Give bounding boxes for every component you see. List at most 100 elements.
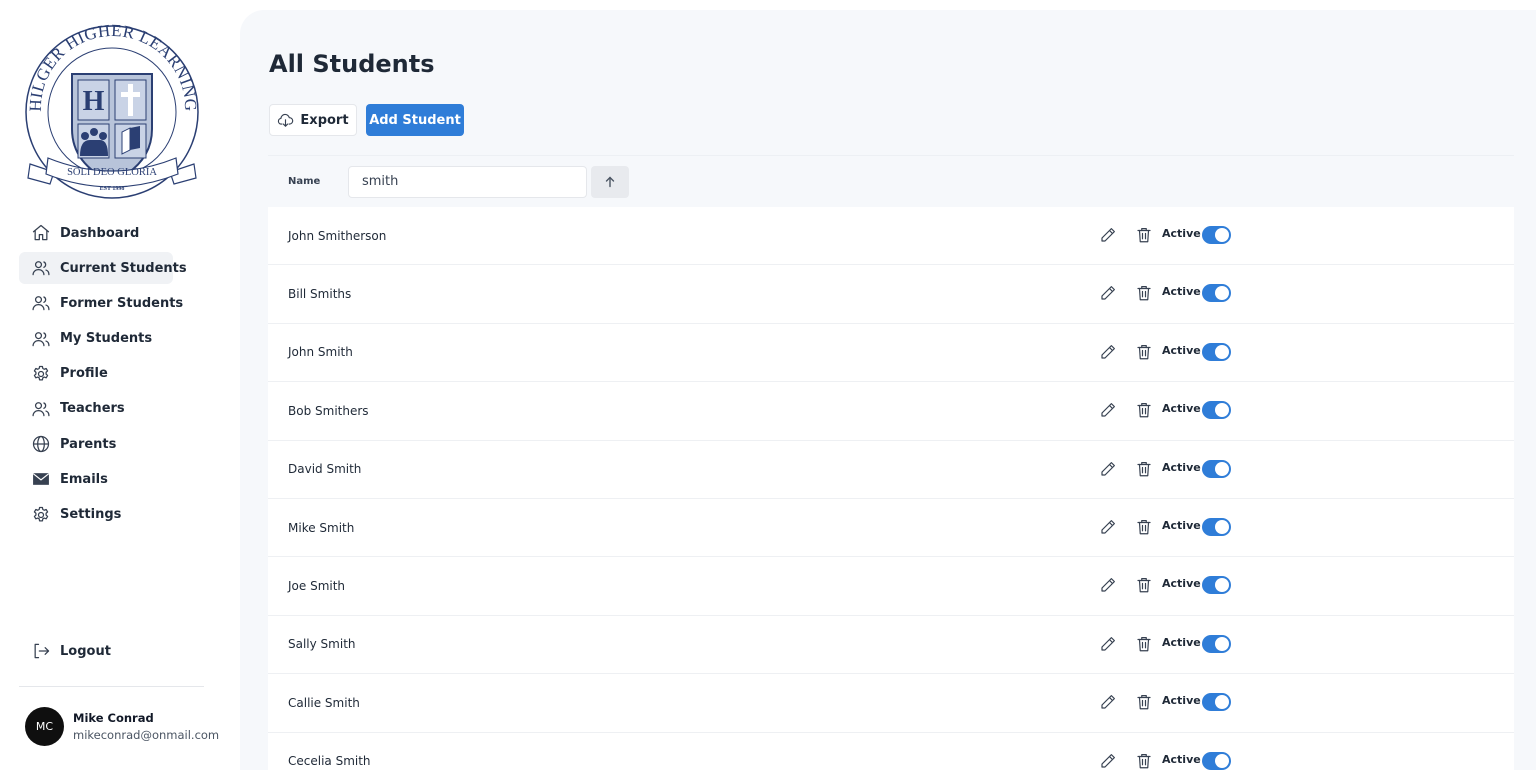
sidebar-item-label: My Students xyxy=(60,331,153,347)
user-name: Mike Conrad xyxy=(73,710,154,725)
edit-icon[interactable] xyxy=(1099,226,1117,244)
edit-icon[interactable] xyxy=(1099,518,1117,536)
student-name: Joe Smith xyxy=(288,579,346,594)
student-name: Bob Smithers xyxy=(288,403,369,418)
student-name: David Smith xyxy=(288,462,362,477)
student-name: John Smitherson xyxy=(288,228,387,243)
active-toggle[interactable] xyxy=(1202,226,1231,244)
edit-icon[interactable] xyxy=(1099,693,1117,711)
status-label: Active xyxy=(1162,227,1201,240)
school-logo: HILGER HIGHER LEARNING H SOLI DEO GLORIA… xyxy=(25,24,200,199)
edit-icon[interactable] xyxy=(1099,460,1117,478)
sidebar: HILGER HIGHER LEARNING H SOLI DEO GLORIA… xyxy=(0,0,222,770)
active-toggle[interactable] xyxy=(1202,693,1231,712)
trash-icon[interactable] xyxy=(1135,226,1153,244)
filter-row: Name xyxy=(268,155,1514,207)
edit-icon[interactable] xyxy=(1099,635,1117,653)
active-toggle[interactable] xyxy=(1202,401,1231,420)
toggle-knob xyxy=(1215,461,1229,476)
page-title: All Students xyxy=(269,50,435,78)
status-label: Active xyxy=(1162,460,1201,474)
active-toggle[interactable] xyxy=(1202,634,1231,653)
active-toggle[interactable] xyxy=(1202,751,1231,770)
name-filter-input[interactable] xyxy=(348,165,587,198)
cloud-download-icon xyxy=(278,113,294,127)
sidebar-item-emails[interactable]: Emails xyxy=(19,463,173,495)
table-row: Sally Smith Active xyxy=(268,615,1514,675)
avatar: MC xyxy=(25,707,64,746)
sidebar-item-teachers[interactable]: Teachers xyxy=(19,393,173,425)
logout-label: Logout xyxy=(60,643,111,659)
toggle-knob xyxy=(1215,519,1229,534)
toggle-knob xyxy=(1215,695,1229,710)
sidebar-item-current-students[interactable]: Current Students xyxy=(19,252,187,285)
sidebar-item-label: Parents xyxy=(60,436,117,452)
logout-button[interactable]: Logout xyxy=(19,635,173,667)
export-button[interactable]: Export xyxy=(269,104,357,136)
student-name: Sally Smith xyxy=(288,637,356,652)
trash-icon[interactable] xyxy=(1135,635,1153,653)
active-toggle[interactable] xyxy=(1202,517,1231,536)
student-name: Mike Smith xyxy=(288,520,355,535)
table-row: Mike Smith Active xyxy=(268,498,1514,558)
trash-icon[interactable] xyxy=(1135,693,1153,711)
sidebar-item-label: Profile xyxy=(60,366,108,382)
sidebar-item-my-students[interactable]: My Students xyxy=(19,323,173,355)
trash-icon[interactable] xyxy=(1135,518,1153,536)
trash-icon[interactable] xyxy=(1135,401,1153,419)
toggle-knob xyxy=(1215,228,1229,242)
active-toggle[interactable] xyxy=(1202,576,1231,595)
trash-icon[interactable] xyxy=(1135,284,1153,302)
edit-icon[interactable] xyxy=(1099,284,1117,302)
sort-button[interactable] xyxy=(591,165,629,198)
edit-icon[interactable] xyxy=(1099,343,1117,361)
trash-icon[interactable] xyxy=(1135,343,1153,361)
edit-icon[interactable] xyxy=(1099,576,1117,594)
table-row: David Smith Active xyxy=(268,440,1514,499)
active-toggle[interactable] xyxy=(1202,284,1231,303)
logo-banner-text: SOLI DEO GLORIA xyxy=(67,167,157,178)
edit-icon[interactable] xyxy=(1099,752,1117,770)
globe-icon xyxy=(31,434,51,454)
users-icon xyxy=(31,293,51,313)
sidebar-item-label: Dashboard xyxy=(60,225,140,241)
home-icon xyxy=(31,223,51,243)
students-table: Name John Smitherson Active Bill Smiths Act… xyxy=(268,155,1514,770)
main-content: All Students Export Add Student Name Joh… xyxy=(240,10,1536,770)
sidebar-item-label: Former Students xyxy=(60,295,184,311)
toggle-knob xyxy=(1215,286,1229,301)
status-label: Active xyxy=(1162,518,1201,532)
arrow-up-icon xyxy=(605,176,615,187)
edit-icon[interactable] xyxy=(1099,401,1117,419)
sidebar-item-parents[interactable]: Parents xyxy=(19,428,173,460)
sidebar-item-profile[interactable]: Profile xyxy=(19,358,173,390)
status-label: Active xyxy=(1162,402,1201,416)
status-label: Active xyxy=(1162,343,1201,357)
table-row: Cecelia Smith Active xyxy=(268,732,1514,770)
trash-icon[interactable] xyxy=(1135,752,1153,770)
trash-icon[interactable] xyxy=(1135,576,1153,594)
user-email: mikeconrad@onmail.com xyxy=(73,727,220,742)
active-toggle[interactable] xyxy=(1202,459,1231,478)
toggle-knob xyxy=(1215,578,1229,593)
toggle-knob xyxy=(1215,753,1229,768)
name-column-header: Name xyxy=(288,176,321,187)
student-name: Cecelia Smith xyxy=(288,754,371,769)
table-body: John Smitherson Active Bill Smiths Active Jo… xyxy=(268,207,1514,770)
active-toggle[interactable] xyxy=(1202,342,1231,361)
toggle-knob xyxy=(1215,403,1229,418)
student-name: Bill Smiths xyxy=(288,287,352,302)
trash-icon[interactable] xyxy=(1135,460,1153,478)
table-row: Bill Smiths Active xyxy=(268,265,1514,324)
add-student-button[interactable]: Add Student xyxy=(366,104,464,136)
sidebar-item-settings[interactable]: Settings xyxy=(19,499,173,531)
sidebar-item-former-students[interactable]: Former Students xyxy=(19,287,183,319)
logo-est-text: EST 1998 xyxy=(100,186,125,192)
user-profile[interactable]: MC Mike Conrad mikeconrad@onmail.com xyxy=(25,707,219,746)
sidebar-item-dashboard[interactable]: Dashboard xyxy=(19,217,173,249)
sidebar-item-label: Current Students xyxy=(60,260,187,276)
table-row: John Smitherson Active xyxy=(268,207,1514,266)
student-name: John Smith xyxy=(288,345,353,360)
status-label: Active xyxy=(1162,635,1201,649)
table-row: Joe Smith Active xyxy=(268,557,1514,616)
